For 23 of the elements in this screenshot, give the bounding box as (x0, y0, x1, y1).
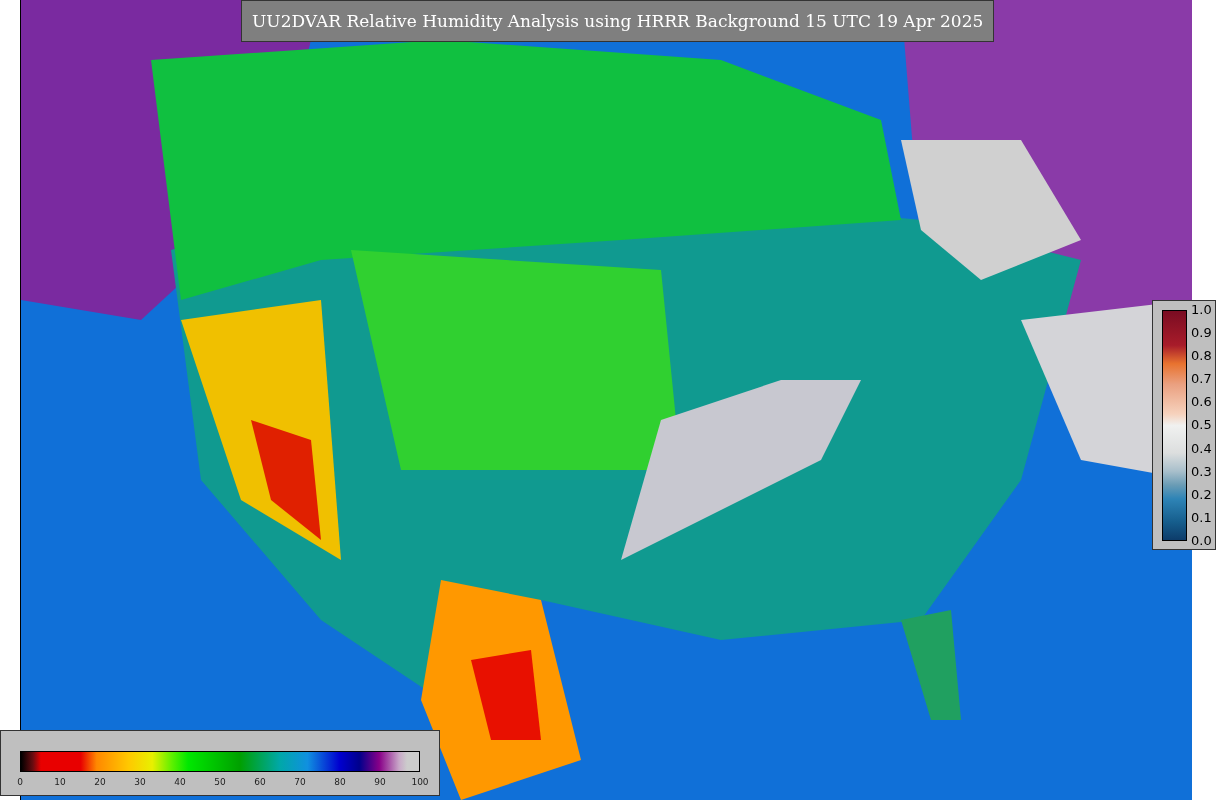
scale-label: 80 (333, 776, 347, 788)
scale-label: 100 (410, 776, 430, 788)
scale-label: 0.2 (1191, 487, 1212, 502)
scale-label: 90 (373, 776, 387, 788)
scale-label: 0.9 (1191, 326, 1212, 341)
scale-label: 1.0 (1191, 303, 1212, 317)
scale-label: 0.8 (1191, 349, 1212, 364)
map-title: UU2DVAR Relative Humidity Analysis using HRRR Background 15 UTC 19 Apr 2025 (241, 0, 995, 42)
scale-label: 30 (133, 776, 147, 788)
scale-label: 0.0 (1191, 533, 1212, 548)
scale-label: 0.5 (1191, 418, 1212, 433)
scale-label: 0.1 (1191, 510, 1212, 525)
scale-label: 0.4 (1191, 441, 1212, 456)
scale-label: 70 (293, 776, 307, 788)
scale-label: 20 (93, 776, 107, 788)
scale-label: 0.3 (1191, 464, 1212, 479)
scale-label: 0 (16, 776, 24, 788)
scale-label: 10 (53, 776, 67, 788)
scale-label: 0.6 (1191, 395, 1212, 410)
scale-label: 0.7 (1191, 372, 1212, 387)
scale-label: 60 (253, 776, 267, 788)
scale-label: 40 (173, 776, 187, 788)
scale-label: 50 (213, 776, 227, 788)
